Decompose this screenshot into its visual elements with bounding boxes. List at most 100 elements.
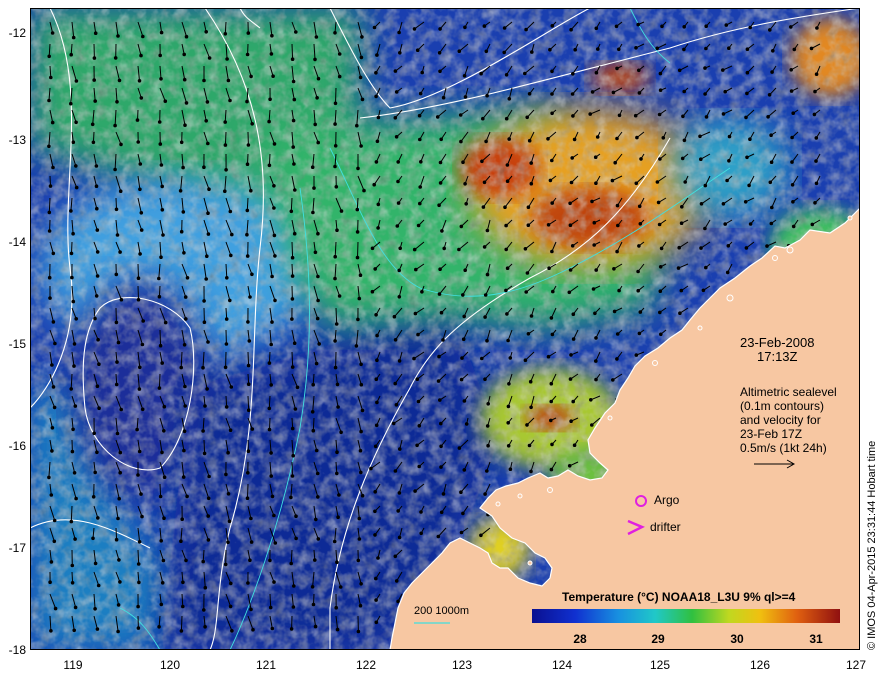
velocity-arrow-head — [312, 186, 316, 190]
velocity-arrow-head — [683, 180, 688, 184]
velocity-arrow-head — [70, 449, 75, 454]
velocity-arrow-head — [530, 50, 534, 54]
velocity-arrow-head — [268, 605, 273, 610]
velocity-arrow-head — [766, 115, 770, 119]
velocity-arrow-head — [206, 211, 210, 215]
velocity-arrow-head — [117, 496, 121, 501]
velocity-arrow — [269, 593, 272, 608]
velocity-arrow-head — [73, 537, 77, 541]
velocity-arrow-head — [136, 140, 140, 144]
velocity-arrow-head — [589, 398, 593, 402]
velocity-arrow-head — [529, 405, 533, 410]
velocity-arrow-head — [485, 338, 489, 343]
velocity-arrow-head — [459, 530, 464, 535]
velocity-arrow-head — [267, 406, 272, 411]
velocity-arrow-head — [439, 137, 444, 142]
velocity-arrow-head — [359, 582, 363, 586]
velocity-arrow-head — [272, 580, 276, 584]
velocity-arrow-head — [393, 554, 398, 559]
velocity-arrow-head — [373, 509, 377, 514]
velocity-arrow-head — [181, 210, 186, 214]
velocity-arrow-head — [201, 365, 205, 370]
velocity-arrow-head — [441, 95, 446, 100]
velocity-arrow-head — [701, 288, 706, 293]
velocity-arrow-head — [69, 519, 74, 524]
velocity-arrow-head — [721, 68, 725, 72]
velocity-arrow-head — [615, 332, 620, 336]
velocity-arrow-head — [681, 114, 685, 119]
velocity-arrow-head — [201, 559, 205, 564]
velocity-arrow-head — [228, 209, 233, 214]
velocity-arrow-head — [73, 605, 78, 610]
velocity-arrow-head — [549, 316, 554, 320]
velocity-arrow-head — [356, 558, 361, 563]
velocity-arrow-head — [725, 178, 729, 183]
velocity-arrow-head — [593, 311, 597, 316]
velocity-arrow-head — [118, 580, 122, 584]
velocity-arrow — [159, 483, 162, 497]
velocity-arrow-head — [393, 69, 398, 73]
velocity-arrow-head — [679, 288, 684, 293]
velocity-arrow-head — [289, 495, 293, 500]
velocity-arrow-head — [679, 221, 684, 225]
velocity-arrow-head — [116, 629, 120, 634]
velocity-arrow-head — [486, 402, 491, 406]
velocity-arrow-head — [333, 101, 338, 106]
velocity-arrow-head — [228, 428, 233, 433]
velocity-arrow-head — [248, 295, 252, 299]
velocity-arrow-head — [659, 246, 664, 251]
velocity-arrow-head — [360, 97, 365, 102]
velocity-arrow-head — [682, 47, 686, 52]
velocity-arrow-head — [113, 56, 118, 60]
velocity-arrow-head — [441, 338, 445, 342]
velocity-arrow-head — [52, 405, 57, 410]
velocity-arrow-head — [95, 274, 100, 278]
velocity-arrow-head — [790, 160, 794, 164]
velocity-arrow-head — [459, 224, 464, 229]
velocity-arrow-head — [293, 188, 297, 192]
velocity-arrow-head — [396, 509, 401, 513]
velocity-arrow — [137, 263, 139, 279]
velocity-arrow-head — [115, 233, 120, 237]
velocity-arrow-head — [546, 354, 551, 359]
velocity-arrow-head — [95, 206, 99, 211]
velocity-arrow-head — [223, 120, 227, 124]
velocity-arrow-head — [70, 275, 74, 280]
velocity-arrow — [137, 285, 139, 300]
velocity-arrow-head — [615, 136, 619, 141]
velocity-arrow-head — [550, 249, 554, 254]
velocity-arrow — [224, 131, 227, 146]
velocity-arrow-head — [202, 320, 207, 325]
velocity-arrow-head — [505, 163, 510, 167]
velocity-arrow-head — [179, 365, 183, 370]
velocity-arrow-head — [50, 426, 55, 430]
velocity-arrow-head — [792, 47, 797, 52]
velocity-arrow-head — [462, 74, 467, 78]
velocity-arrow-head — [180, 517, 184, 522]
velocity-arrow-head — [201, 429, 205, 433]
velocity-arrow-head — [482, 245, 487, 249]
velocity-arrow-head — [245, 496, 250, 501]
velocity-arrow-head — [437, 51, 442, 55]
velocity-arrow-head — [507, 382, 511, 386]
velocity-arrow-head — [765, 244, 769, 248]
colorbar — [532, 609, 840, 623]
velocity-arrow-head — [677, 245, 682, 250]
velocity-arrow-head — [464, 202, 469, 206]
velocity-arrow-head — [483, 377, 487, 382]
velocity-arrow-head — [592, 243, 597, 247]
velocity-arrow-head — [316, 298, 320, 303]
velocity-arrow-head — [229, 581, 233, 586]
velocity-arrow-head — [459, 377, 464, 382]
velocity-arrow-head — [313, 122, 318, 127]
velocity-arrow-head — [461, 511, 465, 516]
velocity-arrow-head — [315, 96, 319, 100]
velocity-arrow-head — [334, 185, 339, 189]
velocity-arrow-head — [634, 46, 638, 50]
velocity-arrow-head — [356, 629, 361, 634]
velocity-arrow-head — [398, 447, 402, 451]
velocity-arrow — [357, 241, 359, 258]
velocity-arrow-head — [571, 72, 575, 76]
velocity-arrow-head — [770, 205, 774, 210]
velocity-arrow-head — [462, 314, 467, 319]
